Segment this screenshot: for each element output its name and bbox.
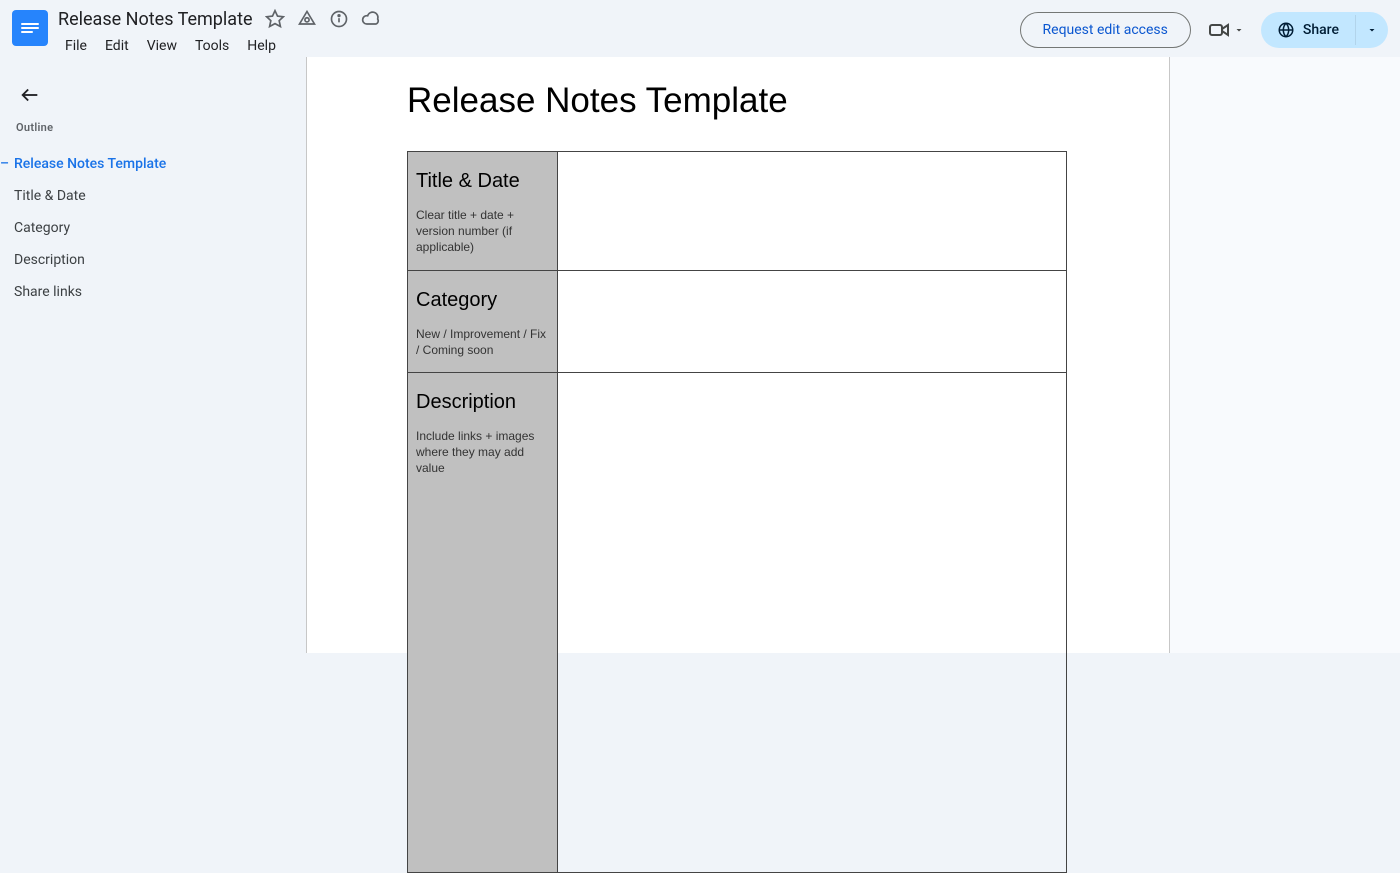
- row-title-date-label: Title & Date Clear title + date + versio…: [408, 152, 558, 271]
- outline-heading: Outline: [16, 121, 294, 134]
- globe-icon: [1277, 21, 1295, 39]
- request-edit-access-button[interactable]: Request edit access: [1020, 12, 1191, 48]
- main-area: Outline Release Notes Template Title & D…: [0, 57, 1400, 653]
- outline-item-category[interactable]: Category: [12, 212, 294, 244]
- outline-sidebar: Outline Release Notes Template Title & D…: [0, 57, 306, 653]
- title-column: Release Notes Template File Edit View To…: [58, 8, 381, 58]
- row-description-value[interactable]: [558, 372, 1067, 872]
- back-button[interactable]: [12, 77, 48, 113]
- share-dropdown[interactable]: [1355, 15, 1388, 45]
- video-icon: [1207, 18, 1231, 42]
- menu-view[interactable]: View: [140, 34, 184, 58]
- share-button[interactable]: Share: [1261, 12, 1355, 48]
- cell-desc: New / Improvement / Fix / Coming soon: [416, 326, 549, 358]
- cloud-icon[interactable]: [361, 9, 381, 29]
- outline-item-description[interactable]: Description: [12, 244, 294, 276]
- cell-desc: Include links + images where they may ad…: [416, 428, 549, 477]
- row-category-value[interactable]: [558, 270, 1067, 372]
- menu-tools[interactable]: Tools: [188, 34, 236, 58]
- share-button-group[interactable]: Share: [1261, 12, 1388, 48]
- document-page: Release Notes Template Title & Date Clea…: [306, 57, 1170, 653]
- template-table: Title & Date Clear title + date + versio…: [407, 151, 1067, 873]
- meet-button[interactable]: [1203, 12, 1249, 48]
- star-icon[interactable]: [265, 9, 285, 29]
- share-label: Share: [1303, 22, 1339, 38]
- table-row: Description Include links + images where…: [408, 372, 1067, 872]
- page-heading: Release Notes Template: [407, 81, 1073, 121]
- document-canvas[interactable]: Release Notes Template Title & Date Clea…: [306, 57, 1400, 653]
- docs-logo-icon[interactable]: [12, 10, 48, 46]
- doc-title[interactable]: Release Notes Template: [58, 9, 253, 30]
- menu-help[interactable]: Help: [240, 34, 283, 58]
- activity-icon[interactable]: [297, 9, 317, 29]
- caret-down-icon: [1366, 24, 1378, 36]
- outline-item-release-notes-template[interactable]: Release Notes Template: [12, 148, 294, 180]
- arrow-left-icon: [19, 84, 41, 106]
- row-category-label: Category New / Improvement / Fix / Comin…: [408, 270, 558, 372]
- cell-title: Description: [416, 391, 549, 414]
- title-row: Release Notes Template: [58, 8, 381, 30]
- outline-item-share-links[interactable]: Share links: [12, 276, 294, 308]
- info-icon[interactable]: [329, 9, 349, 29]
- cell-desc: Clear title + date + version number (if …: [416, 207, 549, 256]
- cell-title: Category: [416, 289, 549, 312]
- row-description-label: Description Include links + images where…: [408, 372, 558, 872]
- menu-file[interactable]: File: [58, 34, 94, 58]
- cell-title: Title & Date: [416, 170, 549, 193]
- menu-row: File Edit View Tools Help: [58, 34, 381, 58]
- top-bar: Release Notes Template File Edit View To…: [0, 0, 1400, 57]
- outline-item-title-date[interactable]: Title & Date: [12, 180, 294, 212]
- topbar-right: Request edit access Share: [1020, 12, 1388, 48]
- caret-down-icon: [1233, 24, 1245, 36]
- row-title-date-value[interactable]: [558, 152, 1067, 271]
- table-row: Category New / Improvement / Fix / Comin…: [408, 270, 1067, 372]
- menu-edit[interactable]: Edit: [98, 34, 136, 58]
- table-row: Title & Date Clear title + date + versio…: [408, 152, 1067, 271]
